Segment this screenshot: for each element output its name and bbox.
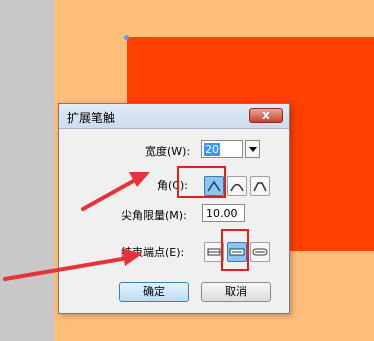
- arrow-to-end-cap: [3, 256, 130, 281]
- arrow-head-end-cap: [122, 248, 142, 266]
- annotation-arrows: [3, 172, 150, 281]
- arrow-to-corner: [81, 177, 139, 211]
